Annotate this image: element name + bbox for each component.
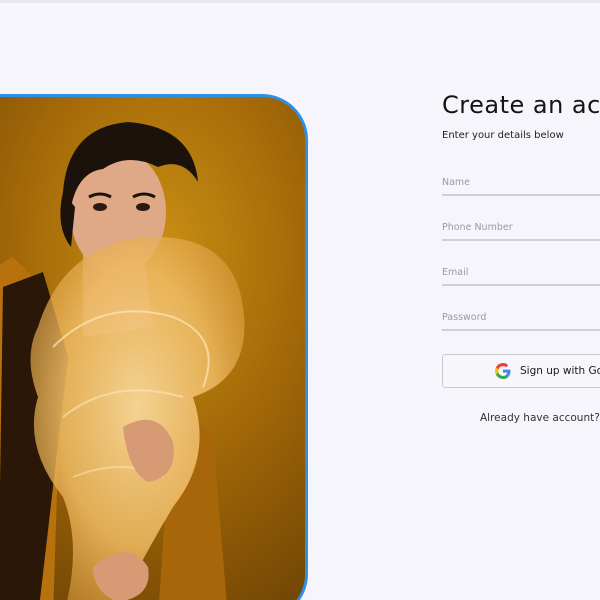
email-input[interactable] — [442, 260, 600, 286]
hero-image — [0, 94, 308, 600]
page-subtitle: Enter your details below — [442, 130, 564, 141]
portrait-illustration — [0, 97, 305, 600]
top-divider — [0, 0, 600, 3]
signup-form: Create an account Enter your details bel… — [442, 88, 600, 424]
page-title: Create an account — [442, 91, 600, 119]
signup-page: Create an account Enter your details bel… — [0, 0, 600, 600]
password-input[interactable] — [442, 305, 600, 331]
login-link[interactable]: Already have account? — [480, 412, 600, 424]
google-signup-button[interactable]: Sign up with Google — [442, 354, 600, 388]
google-icon — [495, 363, 511, 379]
phone-number-input[interactable] — [442, 215, 600, 241]
name-input[interactable] — [442, 170, 600, 196]
google-signup-label: Sign up with Google — [520, 365, 600, 377]
